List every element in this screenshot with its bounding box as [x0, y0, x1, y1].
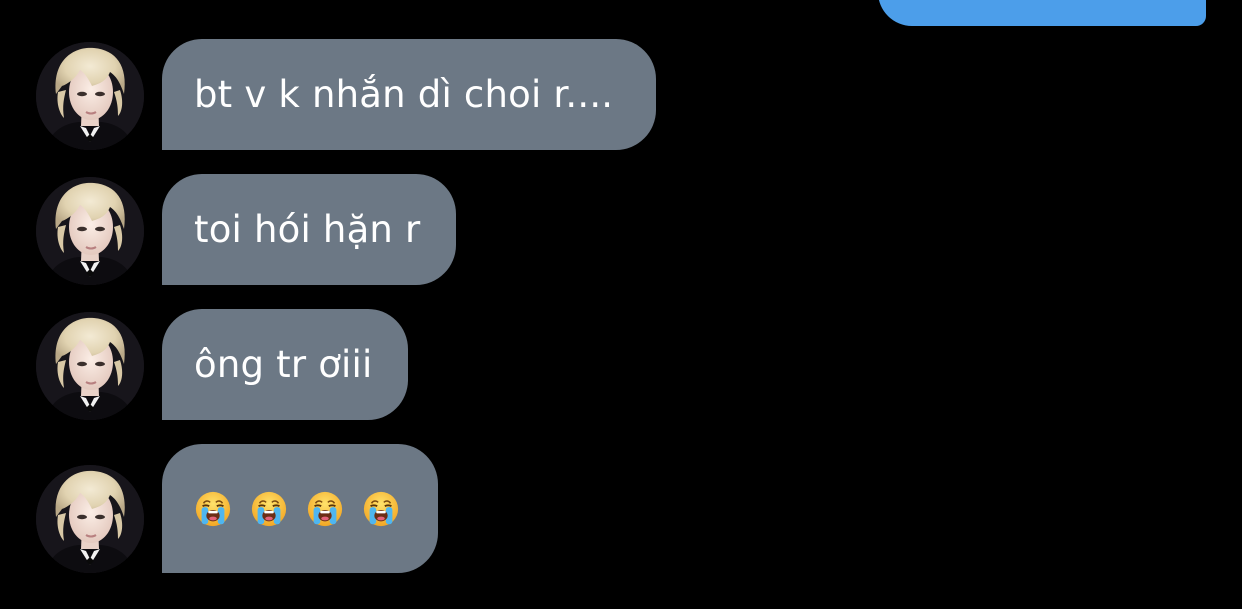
message-bubble[interactable]: ông tr ơiii	[162, 309, 408, 420]
contact-avatar-photo	[36, 465, 144, 573]
contact-avatar-photo	[36, 42, 144, 150]
message-text: bt v k nhắn dì choi r....	[194, 73, 614, 116]
avatar[interactable]	[36, 177, 144, 285]
loudly-crying-face-icon	[194, 490, 232, 528]
avatar[interactable]	[36, 465, 144, 573]
avatar[interactable]	[36, 42, 144, 150]
message-bubble[interactable]	[162, 444, 438, 573]
message-text: toi hói hặn r	[194, 208, 421, 251]
chat-thread: bt v k nhắn dì choi r.... toi hói hặn r …	[0, 0, 1242, 609]
message-text: ông tr ơiii	[194, 343, 373, 386]
contact-avatar-photo	[36, 177, 144, 285]
contact-avatar-photo	[36, 312, 144, 420]
message-bubble[interactable]: toi hói hặn r	[162, 174, 456, 285]
loudly-crying-face-icon	[362, 490, 400, 528]
emoji-message	[194, 490, 400, 528]
message-bubble[interactable]: bt v k nhắn dì choi r....	[162, 39, 656, 150]
loudly-crying-face-icon	[306, 490, 344, 528]
outgoing-message-bubble[interactable]	[878, 0, 1206, 26]
loudly-crying-face-icon	[250, 490, 288, 528]
avatar[interactable]	[36, 312, 144, 420]
